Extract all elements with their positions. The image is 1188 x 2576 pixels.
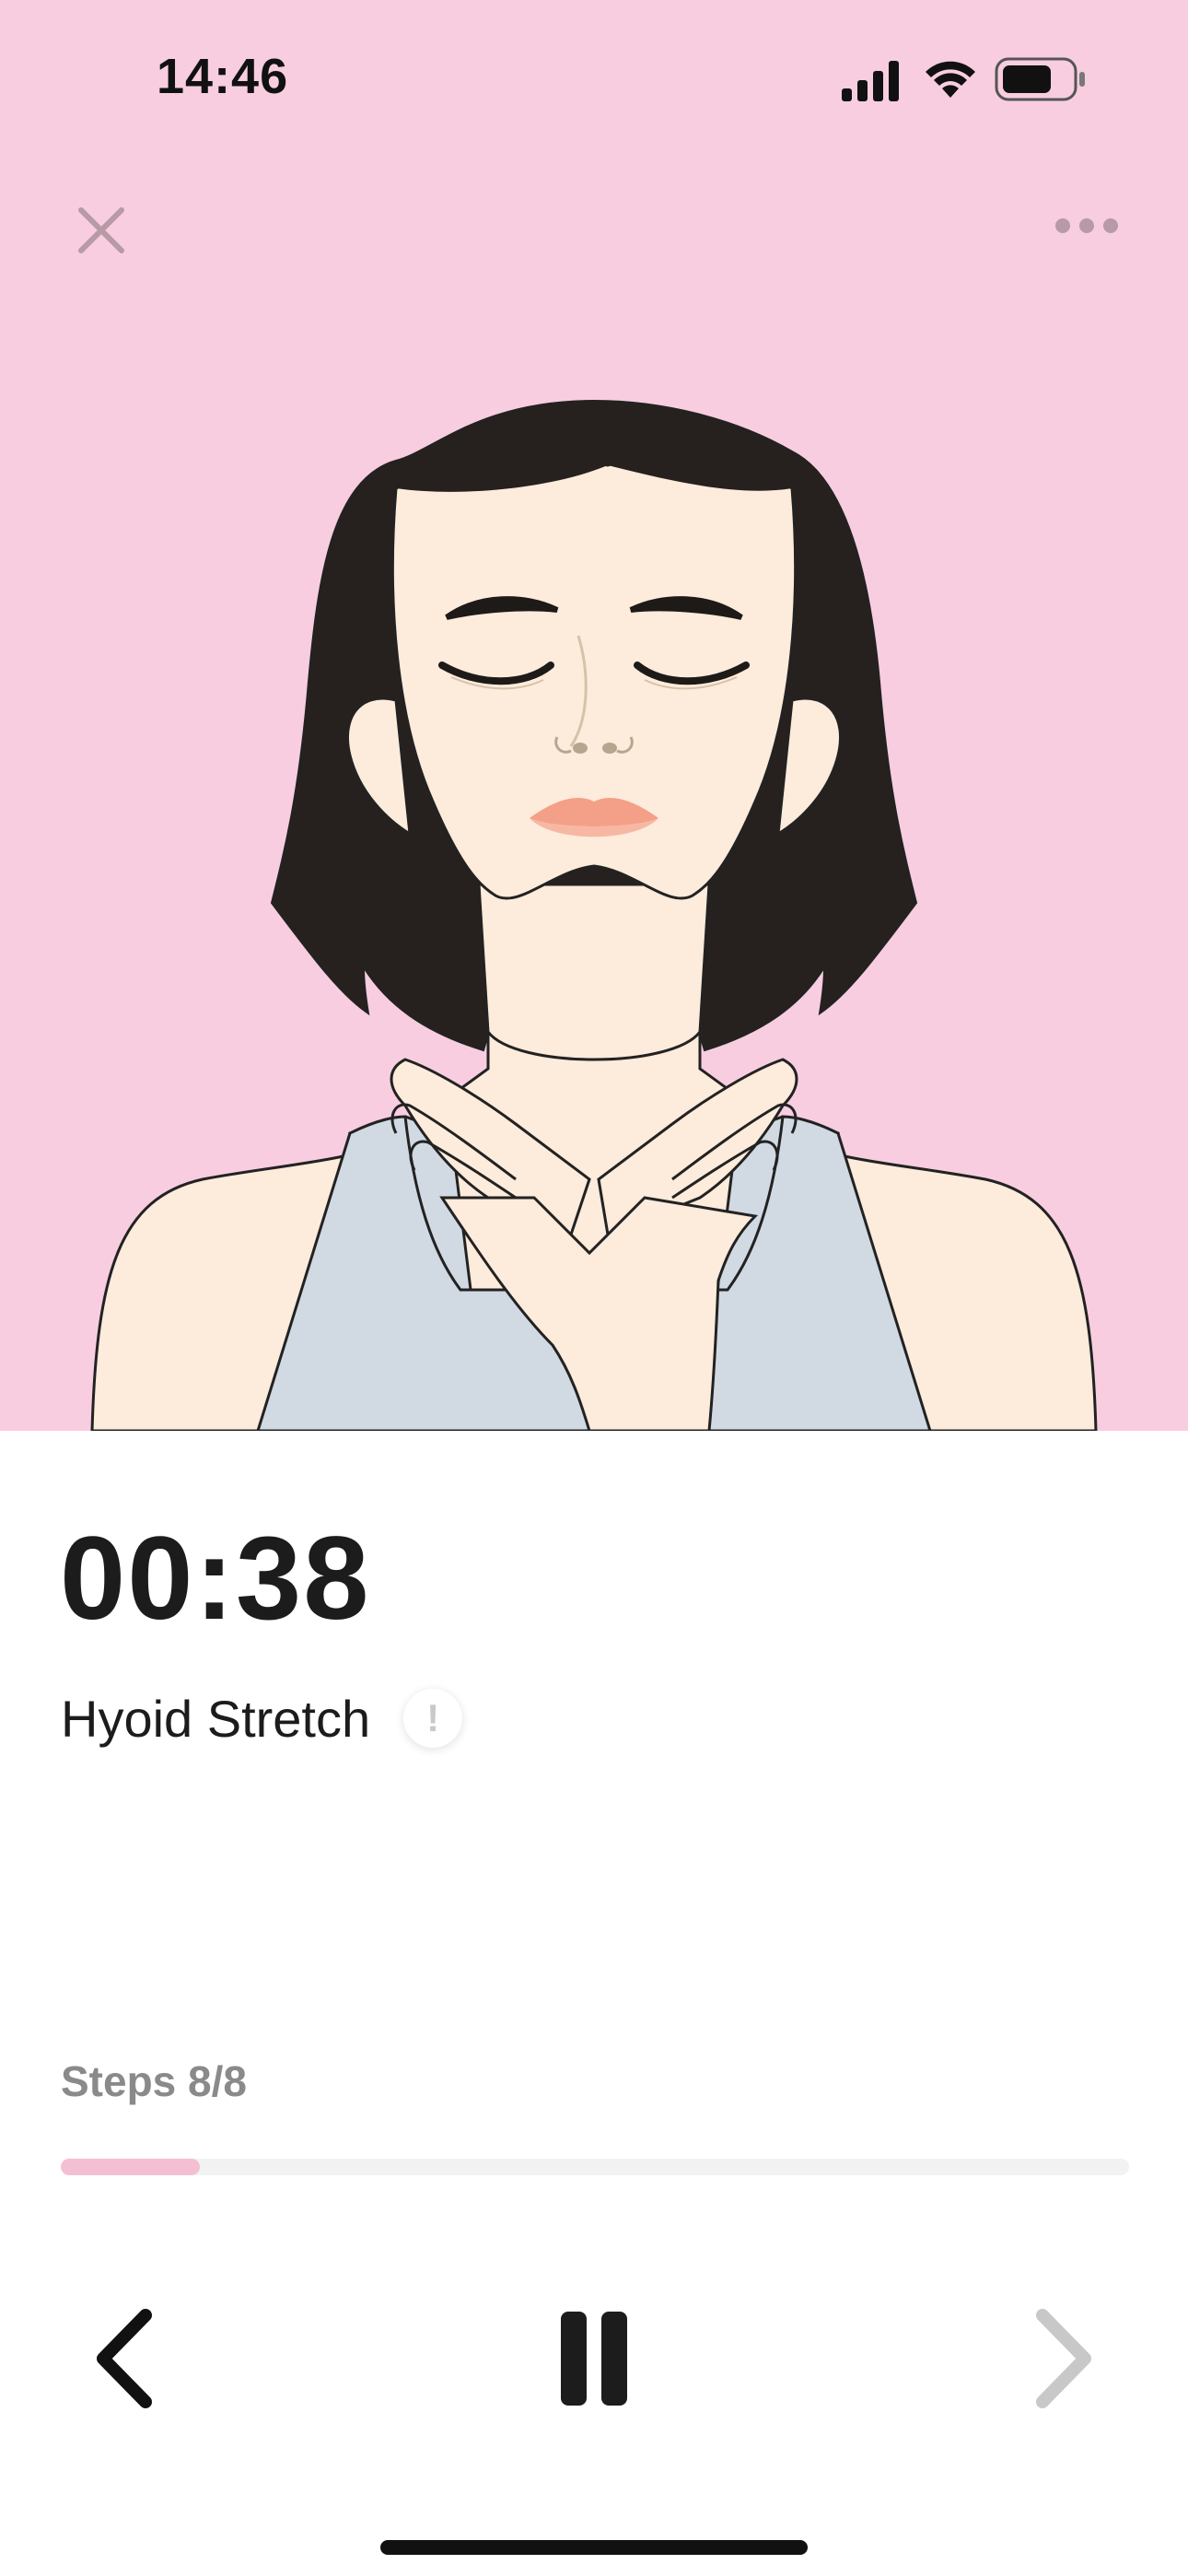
progress-bar	[61, 2159, 1129, 2175]
exercise-title-row: Hyoid Stretch !	[61, 1681, 463, 1755]
steps-label: Steps 8/8	[61, 2057, 247, 2105]
close-icon	[78, 207, 124, 253]
exercise-illustration-area: 14:46	[0, 0, 1188, 1431]
wifi-icon	[926, 61, 975, 98]
more-icon	[1055, 218, 1118, 233]
chevron-left-icon	[97, 2309, 152, 2408]
home-indicator	[380, 2540, 808, 2555]
previous-step-button[interactable]	[83, 2303, 166, 2414]
progress-fill	[61, 2159, 200, 2175]
close-button[interactable]	[64, 193, 138, 267]
signal-icon	[842, 61, 899, 101]
battery-icon	[995, 57, 1085, 101]
status-bar: 14:46	[0, 0, 1188, 157]
info-icon: !	[426, 1696, 440, 1739]
info-button[interactable]: !	[403, 1689, 463, 1748]
status-time: 14:46	[157, 49, 289, 104]
screen: 14:46 00:38 Hyoid Stretch ! Steps 8/8	[0, 0, 1188, 2576]
exercise-timer: 00:38	[60, 1513, 371, 1645]
pause-icon	[561, 2312, 627, 2406]
pause-button[interactable]	[543, 2299, 645, 2418]
more-options-button[interactable]	[1045, 193, 1128, 258]
next-step-button[interactable]	[1022, 2303, 1105, 2414]
woman-hyoid-stretch-illustration	[90, 399, 1098, 1431]
exercise-name: Hyoid Stretch	[61, 1689, 371, 1748]
chevron-right-icon	[1036, 2309, 1091, 2408]
